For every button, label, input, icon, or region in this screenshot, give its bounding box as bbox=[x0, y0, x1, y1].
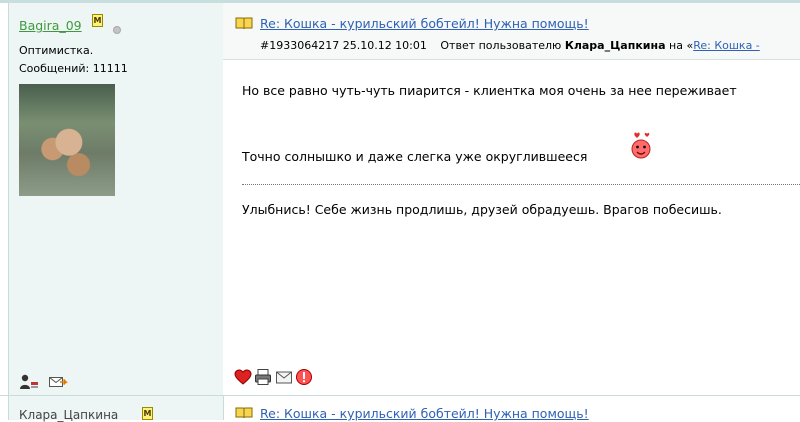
next-author-panel: Клара_Цапкина M bbox=[8, 396, 224, 422]
report-icon[interactable] bbox=[295, 368, 313, 386]
post-count: Сообщений: 11111 bbox=[19, 62, 128, 75]
signature-text: Улыбнись! Себе жизнь продлишь, друзей об… bbox=[242, 202, 722, 217]
forum-post-page: Bagira_09 M Оптимистка. Сообщений: 11111… bbox=[0, 0, 800, 422]
post-header: Re: Кошка - курильский бобтейл! Нужна по… bbox=[223, 3, 800, 60]
print-icon[interactable] bbox=[254, 368, 272, 386]
post-datetime: 25.10.12 10:01 bbox=[342, 39, 427, 52]
post-action-bar bbox=[234, 368, 314, 386]
signature-divider bbox=[242, 184, 800, 185]
username-link[interactable]: Bagira_09 bbox=[19, 18, 82, 33]
book-icon bbox=[235, 17, 253, 30]
post-number: #1933064217 bbox=[260, 39, 340, 52]
blushing-smiley-icon bbox=[631, 132, 651, 159]
offline-status-icon bbox=[113, 26, 121, 34]
post-body-line-2: Точно солнышко и даже слегка уже округли… bbox=[242, 149, 588, 164]
reply-to-author: Клара_Цапкина bbox=[564, 39, 666, 52]
email-icon[interactable] bbox=[275, 368, 293, 386]
post-body-line-1: Но все равно чуть-чуть пиарится - клиент… bbox=[242, 83, 737, 98]
reply-on-label: на « bbox=[669, 39, 694, 52]
topic-title-link[interactable]: Re: Кошка - курильский бобтейл! Нужна по… bbox=[260, 16, 589, 31]
next-book-icon bbox=[235, 407, 253, 419]
user-title: Оптимистка. bbox=[19, 44, 94, 57]
next-post-row: Клара_Цапкина M Re: Кошка - курильский б… bbox=[0, 395, 800, 422]
next-username[interactable]: Клара_Цапкина bbox=[19, 408, 118, 422]
message-icon[interactable] bbox=[48, 374, 68, 390]
heart-icon[interactable] bbox=[234, 368, 252, 386]
reply-prefix: Ответ пользователю bbox=[440, 39, 562, 52]
post-panel: Re: Кошка - курильский бобтейл! Нужна по… bbox=[223, 3, 800, 395]
avatar bbox=[19, 84, 115, 196]
post-meta: #1933064217 25.10.12 10:01 Ответ пользов… bbox=[260, 39, 760, 52]
author-panel: Bagira_09 M Оптимистка. Сообщений: 11111 bbox=[8, 3, 224, 395]
next-moderator-badge-icon: M bbox=[142, 407, 153, 420]
next-post-panel: Re: Кошка - курильский бобтейл! Нужна по… bbox=[223, 396, 800, 421]
moderator-badge-icon: M bbox=[92, 14, 103, 27]
profile-icon[interactable] bbox=[19, 374, 39, 390]
reply-topic-link[interactable]: Re: Кошка - bbox=[693, 39, 760, 52]
